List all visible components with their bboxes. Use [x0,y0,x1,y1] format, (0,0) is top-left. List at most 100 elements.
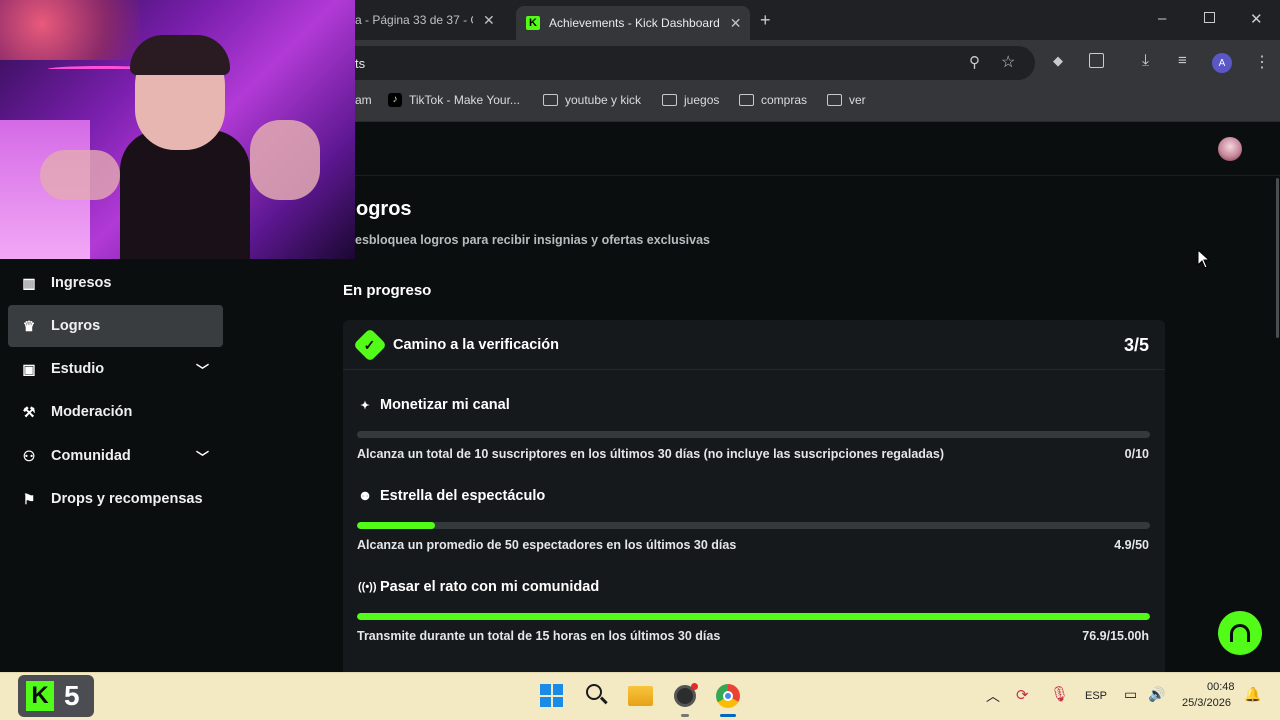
file-explorer-icon[interactable] [628,686,653,706]
sidebar-item-drops[interactable]: ⚑ Drops y recompensas [8,478,223,520]
download-icon[interactable]: ⤓ [1142,52,1149,70]
task-value: 4.9/50 [1114,538,1149,552]
trophy-icon: ♛ [22,317,36,334]
obs-recording-dot [691,683,698,690]
stream-widget[interactable]: K 5 [18,675,94,717]
bookmark-label: youtube y kick [565,93,642,107]
restore-icon[interactable] [1204,12,1215,23]
microphone-icon[interactable]: 🎙 [1050,685,1069,703]
task-value: 0/10 [1124,447,1149,461]
header-divider [355,175,1280,176]
section-title: En progreso [343,282,432,299]
profile-initial: A [1218,57,1226,69]
volume-icon[interactable]: 🔊 [1148,686,1165,703]
zoom-icon[interactable]: ⚲ [969,53,980,71]
notification-bell-icon[interactable]: 🔔 [1244,686,1261,703]
sidebar-item-logros[interactable]: ♛ Logros [8,305,223,347]
bookmark-folder[interactable]: juegos [662,93,719,107]
mouse-cursor-icon [1197,249,1211,269]
tab-previous[interactable]: a - Página 33 de 37 - Ga ✕ [355,6,515,34]
bookmark-folder[interactable]: ver [827,93,866,107]
bookmark-label: am [355,93,372,107]
bookmark-star-icon[interactable]: ☆ [1001,52,1015,72]
tray-expand-icon[interactable]: ︿ [986,686,1000,706]
bookmark-label: juegos [684,93,720,107]
bookmark-item[interactable]: am [355,93,372,107]
folder-icon [827,94,842,106]
sidebar-item-estudio[interactable]: ▣ Estudio ﹀ [8,348,223,390]
task-title: ✦ Monetizar mi canal [358,397,510,413]
task-progress-bar [357,613,1150,620]
chrome-menu-icon[interactable]: ⋮ [1254,52,1270,72]
bookmark-folder[interactable]: compras [739,93,807,107]
kick-logo-icon: K [26,681,54,711]
page-title: ogros [356,198,412,220]
chrome-taskbar-icon-center [723,691,733,701]
active-app-indicator [720,714,736,717]
address-field[interactable] [355,46,1035,80]
task-title-label: Monetizar mi canal [380,397,510,413]
extensions-puzzle-icon[interactable] [1089,53,1104,68]
sidebar-item-ingresos[interactable]: ▥ Ingresos [8,262,223,304]
task-description: Alcanza un promedio de 50 espectadores e… [357,538,737,552]
task-description: Transmite durante un total de 15 horas e… [357,629,721,643]
window-close-icon[interactable]: ✕ [1250,10,1263,28]
folder-icon [739,94,754,106]
headset-icon [1230,624,1250,642]
extension-diamond-icon[interactable]: ◆ [1053,53,1063,69]
sidebar-item-label: Estudio [51,361,105,377]
achievement-progress: 3/5 [1123,335,1149,355]
start-button-icon[interactable] [540,684,563,707]
tab-achievements[interactable]: K Achievements - Kick Dashboard ✕ [516,6,750,40]
kick-favicon-icon: K [526,16,540,30]
sidebar-item-label: Comunidad [51,448,131,464]
broadcast-icon: ((•)) [358,581,377,593]
new-tab-icon[interactable]: + [760,10,771,31]
language-indicator[interactable]: ESP [1085,690,1107,702]
task-title: ((•)) Pasar el rato con mi comunidad [358,579,599,595]
bookmark-folder[interactable]: youtube y kick [543,93,641,107]
sync-icon[interactable]: ⟳ [1016,686,1029,704]
sidebar-item-comunidad[interactable]: ⚇ Comunidad ﹀ [8,435,223,477]
page-scrollbar[interactable] [1276,178,1279,338]
task-progress-bar [357,431,1150,438]
webcam-overlay [0,0,355,259]
clock-time[interactable]: 00:48 [1207,681,1235,693]
achievement-title: Camino a la verificación [393,337,560,353]
studio-icon: ▣ [22,360,36,377]
page-subtitle: esbloquea logros para recibir insignias … [355,233,711,247]
sidebar-item-label: Logros [51,318,101,334]
task-title-label: Estrella del espectáculo [380,488,546,504]
tab-previous-label: a - Página 33 de 37 - Ga [355,13,473,27]
chevron-down-icon[interactable]: ﹀ [196,447,209,466]
support-chat-button[interactable] [1218,611,1262,655]
active-app-indicator [681,714,689,717]
close-tab-icon[interactable]: ✕ [483,12,495,29]
channel-avatar[interactable] [1218,137,1242,161]
profile-avatar[interactable]: A [1212,53,1232,73]
sidebar-item-label: Moderación [51,404,133,420]
task-progress-bar [357,522,1150,529]
clock-date[interactable]: 25/3/2026 [1182,697,1231,709]
tab-achievements-label: Achievements - Kick Dashboard [549,16,720,30]
network-icon[interactable]: ▭ [1124,686,1137,703]
task-value: 76.9/15.00h [1082,629,1149,643]
bookmark-label: TikTok - Make Your... [409,93,520,107]
sidebar-item-moderacion[interactable]: ⚒ Moderación [8,391,223,433]
task-title: ⚉ Estrella del espectáculo [358,488,545,504]
bookmark-label: compras [761,93,808,107]
address-text: ts [355,56,366,71]
sparkle-icon: ✦ [360,399,370,412]
task-title-label: Pasar el rato con mi comunidad [380,579,600,595]
task-description: Alcanza un total de 10 suscriptores en l… [357,447,944,461]
media-control-icon[interactable]: ≡ [1178,52,1187,69]
close-tab-icon[interactable]: ✕ [730,15,742,32]
task-progress-fill [357,522,435,529]
tiktok-icon: ♪ [388,93,402,107]
wrench-icon: ⚒ [22,403,36,420]
chart-icon: ▥ [22,274,36,291]
minimize-icon[interactable]: – [1158,10,1166,27]
bookmark-item[interactable]: ♪ TikTok - Make Your... [388,93,520,107]
chevron-down-icon[interactable]: ﹀ [196,360,209,379]
community-icon: ⚇ [22,447,36,464]
